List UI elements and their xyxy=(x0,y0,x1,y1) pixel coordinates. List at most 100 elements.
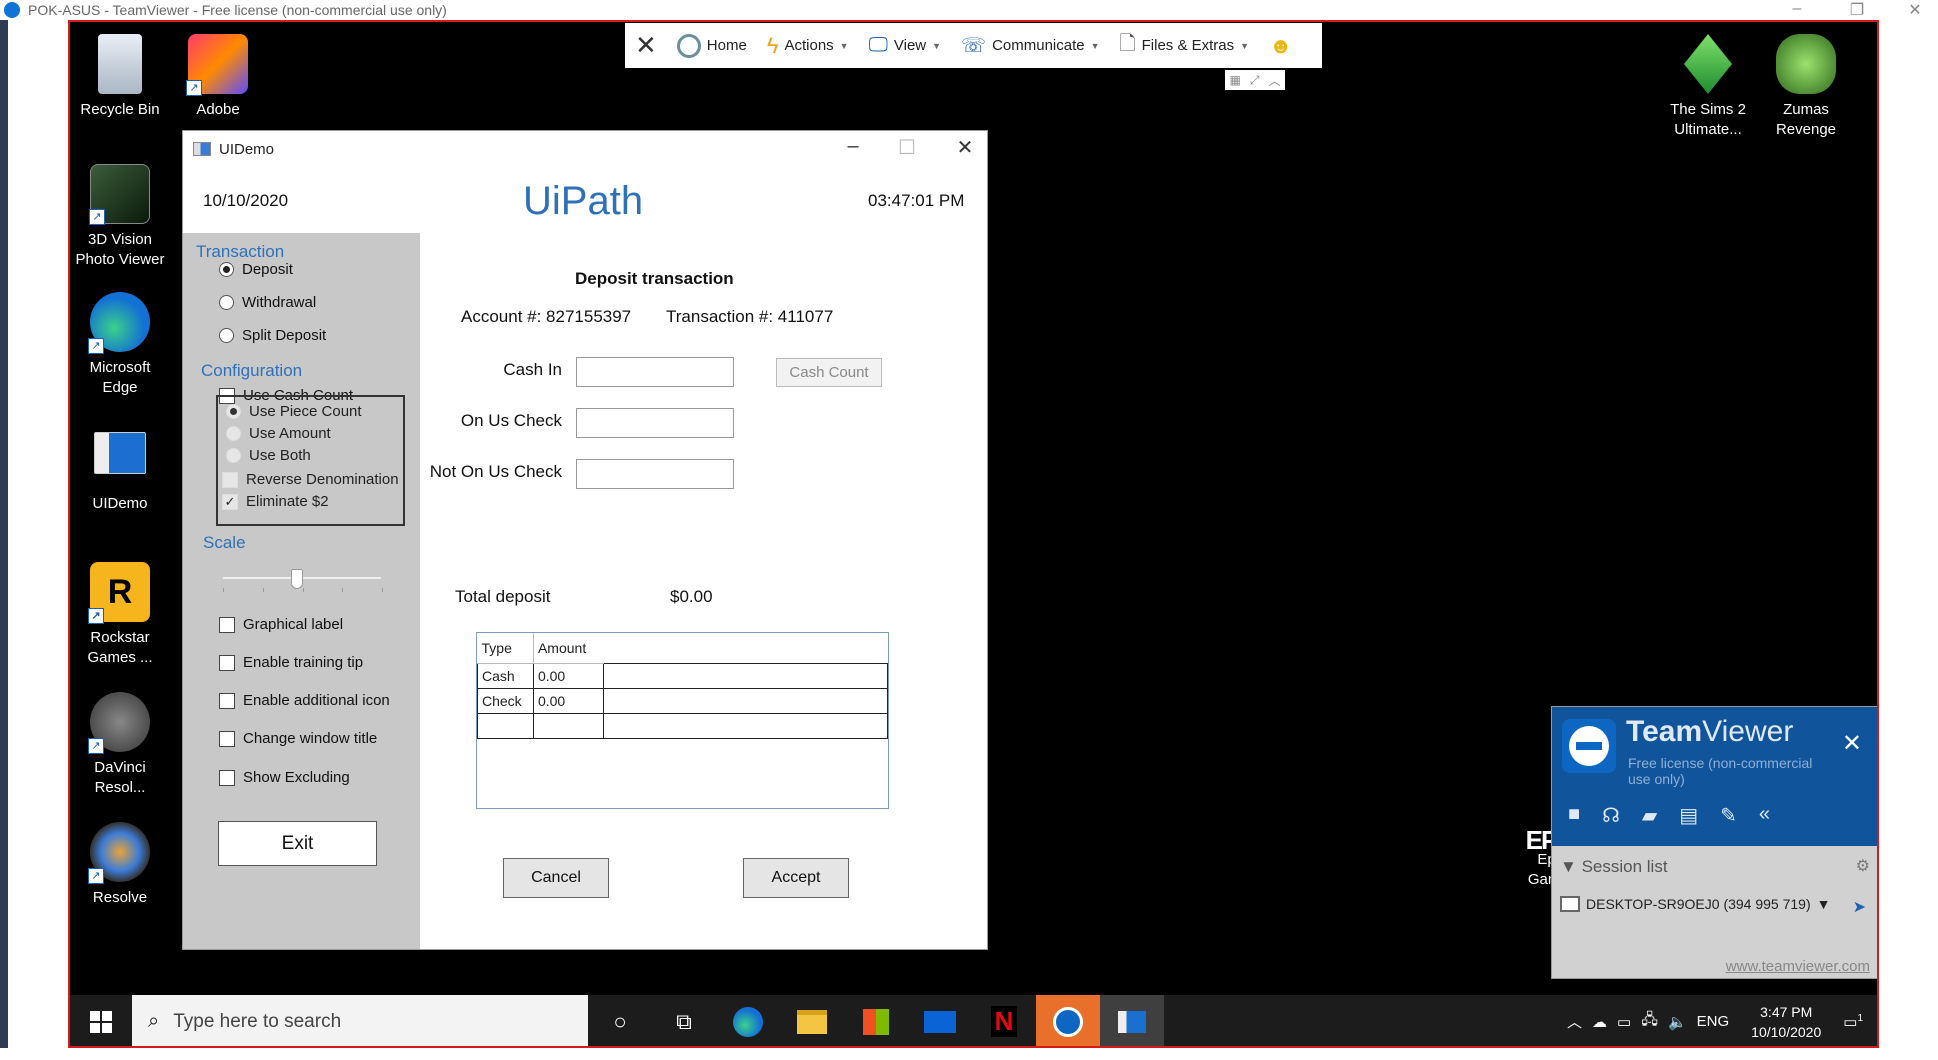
collapse-icon[interactable]: ︿ xyxy=(1268,72,1280,89)
desktop-icon-edge[interactable]: ↗ Microsoft Edge xyxy=(70,292,170,398)
grid-cell-empty[interactable] xyxy=(602,712,889,739)
show-excluding-checkbox[interactable]: Show Excluding xyxy=(219,769,350,786)
toolbar-home[interactable]: Home xyxy=(667,33,757,58)
mail-icon[interactable] xyxy=(908,995,972,1046)
grid-cell-type[interactable]: Cash xyxy=(477,662,534,689)
toolbar-files[interactable]: 🗋 Files & Extras ▼ xyxy=(1110,29,1260,63)
close-session-icon[interactable]: ✕ xyxy=(625,30,667,61)
headset-icon[interactable]: ☊ xyxy=(1602,803,1620,828)
teamviewer-link[interactable]: www.teamviewer.com xyxy=(1726,958,1870,975)
toolbar-communicate[interactable]: ☏ Communicate ▼ xyxy=(951,33,1109,58)
cancel-button[interactable]: Cancel xyxy=(503,858,609,898)
collapse-left-icon[interactable]: « xyxy=(1759,803,1770,828)
volume-icon[interactable]: 🔈 xyxy=(1668,1013,1687,1031)
accept-button[interactable]: Accept xyxy=(743,858,849,898)
desktop-icon-sims2[interactable]: The Sims 2 Ultimate... xyxy=(1658,34,1758,140)
remote-desktop[interactable]: Recycle Bin ↗ Adobe Creative... ↗ 3D Vis… xyxy=(68,20,1879,1048)
desktop-icon-label: UIDemo xyxy=(92,495,148,512)
graphical-label-checkbox[interactable]: Graphical label xyxy=(219,616,343,633)
uidemo-maximize-button[interactable]: ☐ xyxy=(887,135,927,160)
split-deposit-radio[interactable]: Split Deposit xyxy=(219,327,326,344)
reverse-denomination-checkbox[interactable]: Reverse Denomination xyxy=(222,471,399,488)
grid-cell-amount[interactable]: 0.00 xyxy=(532,662,604,689)
use-both-radio[interactable]: Use Both xyxy=(226,447,311,464)
teamviewer-taskbar-icon[interactable] xyxy=(1036,995,1100,1046)
desktop-icon-davinci[interactable]: ↗ DaVinci Resol... xyxy=(70,692,170,798)
grid-icon[interactable]: ▦ xyxy=(1230,73,1241,87)
table-row[interactable]: Cash 0.00 xyxy=(477,662,889,689)
onedrive-icon[interactable]: ☁ xyxy=(1592,1013,1607,1031)
table-row[interactable]: Check 0.00 xyxy=(477,687,889,714)
grid-header-type[interactable]: Type xyxy=(477,633,534,664)
desktop-icon-label: 3D Vision Photo Viewer xyxy=(75,231,165,268)
grid-cell-type[interactable]: Check xyxy=(477,687,534,714)
use-amount-radio[interactable]: Use Amount xyxy=(226,425,331,442)
restore-button[interactable]: ❐ xyxy=(1842,0,1872,20)
toolbar-actions[interactable]: ϟ Actions ▼ xyxy=(757,33,859,59)
close-icon[interactable]: ✕ xyxy=(1842,729,1862,758)
files-icon[interactable]: ▤ xyxy=(1679,803,1698,828)
training-tip-checkbox[interactable]: Enable training tip xyxy=(219,654,363,671)
desktop-icon-3d-vision[interactable]: ↗ 3D Vision Photo Viewer xyxy=(70,164,170,270)
notification-icon[interactable]: ▭1 xyxy=(1843,1013,1863,1031)
pin-icon[interactable]: ➤ xyxy=(1853,897,1866,917)
store-icon[interactable] xyxy=(844,995,908,1046)
exit-button[interactable]: Exit xyxy=(218,821,377,866)
netflix-icon[interactable]: N xyxy=(972,995,1036,1046)
scale-slider-thumb[interactable] xyxy=(291,569,303,589)
close-button[interactable]: ✕ xyxy=(1900,0,1930,20)
additional-icon-checkbox[interactable]: Enable additional icon xyxy=(219,692,390,709)
uidemo-close-button[interactable]: ✕ xyxy=(945,135,985,160)
taskbar-search[interactable]: ⌕ Type here to search xyxy=(132,995,588,1046)
fullscreen-icon[interactable]: ⤢ xyxy=(1250,73,1260,88)
grid-header-amount[interactable]: Amount xyxy=(532,633,604,664)
deposit-grid[interactable]: Type Amount Cash 0.00 Check 0.00 xyxy=(476,632,889,809)
grid-cell-empty[interactable] xyxy=(602,662,889,689)
grid-cell-amount[interactable] xyxy=(532,712,604,739)
toolbar-view[interactable]: 🖵 View ▼ xyxy=(859,34,951,57)
battery-icon[interactable]: ▭ xyxy=(1617,1013,1631,1031)
grid-cell-empty[interactable] xyxy=(602,687,889,714)
grid-cell-type[interactable] xyxy=(477,712,534,739)
session-device[interactable]: DESKTOP-SR9OEJ0 (394 995 719) ▼ xyxy=(1560,896,1831,912)
task-view-icon[interactable]: ⧉ xyxy=(652,995,716,1046)
wrench-icon[interactable]: ✎ xyxy=(1720,803,1737,828)
use-piece-count-radio[interactable]: Use Piece Count xyxy=(226,403,362,420)
desktop-icon-resolve[interactable]: ↗ Resolve xyxy=(70,822,170,908)
rockstar-icon: R ↗ xyxy=(88,562,150,624)
change-window-title-checkbox[interactable]: Change window title xyxy=(219,730,377,747)
withdrawal-radio[interactable]: Withdrawal xyxy=(219,294,316,311)
grid-cell-amount[interactable]: 0.00 xyxy=(532,687,604,714)
desktop-icon-zumas[interactable]: Zumas Revenge xyxy=(1756,34,1856,140)
cash-count-button[interactable]: Cash Count xyxy=(776,358,882,387)
radio-dot xyxy=(226,426,241,441)
on-us-check-input[interactable] xyxy=(576,408,734,438)
uidemo-minimize-button[interactable]: – xyxy=(833,135,873,158)
network-icon[interactable]: 🖧 xyxy=(1641,1009,1658,1034)
eliminate-2-checkbox[interactable]: ✓ Eliminate $2 xyxy=(222,493,329,510)
deposit-radio[interactable]: Deposit xyxy=(219,261,293,278)
uidemo-taskbar-icon[interactable] xyxy=(1100,995,1164,1046)
chevron-up-icon[interactable]: ︿ xyxy=(1567,1011,1582,1032)
desktop-icon-rockstar[interactable]: R ↗ Rockstar Games ... xyxy=(70,562,170,668)
shortcut-arrow-icon: ↗ xyxy=(88,738,104,754)
teamviewer-logo-icon xyxy=(4,2,20,18)
desktop-icon-adobe[interactable]: ↗ Adobe Creative... xyxy=(168,34,268,120)
cash-in-input[interactable] xyxy=(576,357,734,387)
start-button[interactable] xyxy=(70,995,132,1046)
language-indicator[interactable]: ENG xyxy=(1697,1013,1730,1030)
chat-icon[interactable]: ▰ xyxy=(1642,803,1657,828)
edge-taskbar-icon[interactable] xyxy=(716,995,780,1046)
file-explorer-icon[interactable] xyxy=(780,995,844,1046)
desktop-icon-uidemo[interactable]: UIDemo xyxy=(70,432,170,514)
not-on-us-check-input[interactable] xyxy=(576,459,734,489)
video-icon[interactable]: ■ xyxy=(1568,803,1580,828)
smiley-icon[interactable]: ☻ xyxy=(1259,33,1302,59)
table-row[interactable] xyxy=(477,712,889,739)
desktop-icon-recycle-bin[interactable]: Recycle Bin xyxy=(70,34,170,120)
clock[interactable]: 3:47 PM 10/10/2020 xyxy=(1751,1002,1821,1042)
minimize-button[interactable]: – xyxy=(1782,0,1812,18)
session-list-header[interactable]: ▼ Session list xyxy=(1560,857,1668,877)
gear-icon[interactable]: ⚙ xyxy=(1856,856,1870,876)
cortana-icon[interactable]: ○ xyxy=(588,995,652,1046)
